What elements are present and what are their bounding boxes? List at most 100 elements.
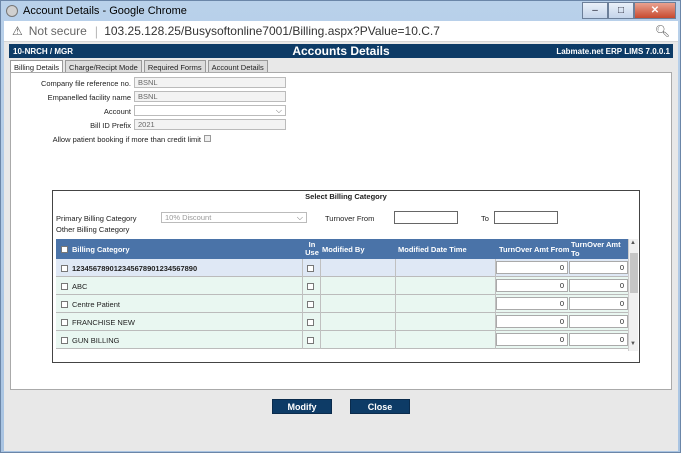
company-ref-label: Company file reference no. [40,79,131,88]
col-modified-by: Modified By [322,244,365,254]
cell-divider [302,277,303,295]
header-version: Labmate.net ERP LIMS 7.0.0.1 [556,46,670,56]
table-row[interactable]: GUN BILLING 0 0 [56,331,628,349]
zoom-icon[interactable]: 🔍︎ [655,24,670,38]
row-checkbox[interactable] [61,259,68,277]
row-amt-to[interactable]: 0 [569,333,628,346]
empanelled-label: Empanelled facility name [47,93,131,102]
cell-divider [320,295,321,313]
browser-window: Account Details - Google Chrome – □ ✕ ⚠ … [0,0,681,453]
cell-divider [320,331,321,349]
chevron-down-icon: ⌵ [296,213,303,222]
row-category: GUN BILLING [72,335,120,345]
close-button[interactable]: Close [350,399,410,414]
other-billing-label: Other Billing Category [56,225,130,234]
close-window-button[interactable]: ✕ [634,2,676,19]
maximize-button[interactable]: □ [608,2,634,19]
cell-divider [302,331,303,349]
grid-scrollbar[interactable]: ▲ ▼ [628,239,638,351]
company-ref-field[interactable]: BSNL [134,77,286,88]
account-select[interactable]: ⌵ [134,105,286,116]
table-row[interactable]: FRANCHISE NEW 0 0 [56,313,628,331]
modify-button[interactable]: Modify [272,399,332,414]
row-checkbox[interactable] [61,277,68,295]
row-in-use-checkbox[interactable] [307,313,314,331]
table-row[interactable]: Centre Patient 0 0 [56,295,628,313]
billing-category-panel: Select Billing Category Primary Billing … [52,190,640,363]
row-amt-to[interactable]: 0 [569,297,628,310]
primary-billing-value: 10% Discount [165,213,212,222]
col-billing-category: Billing Category [72,244,130,254]
cell-divider [320,313,321,331]
billing-details-panel: Company file reference no. BSNL Empanell… [10,72,672,390]
turnover-to-input[interactable] [494,211,558,224]
row-amt-to[interactable]: 0 [569,315,628,328]
turnover-from-label: Turnover From [325,214,375,223]
cell-divider [302,259,303,277]
row-category: 123456789012345678901234567890 [72,263,198,273]
app-header: 10-NRCH / MGR Accounts Details Labmate.n… [9,44,673,58]
billing-panel-title: Select Billing Category [305,192,387,201]
row-in-use-checkbox[interactable] [307,277,314,295]
row-amt-to[interactable]: 0 [569,261,628,274]
row-amt-from[interactable]: 0 [496,279,568,292]
cell-divider [395,295,396,313]
account-label: Account [103,107,131,116]
allow-booking-label: Allow patient booking if more than credi… [52,135,201,144]
row-amt-from[interactable]: 0 [496,333,568,346]
row-category: ABC [72,281,88,291]
bill-prefix-label: Bill ID Prefix [90,121,131,130]
primary-billing-select[interactable]: 10% Discount ⌵ [161,212,307,223]
empanelled-field[interactable]: BSNL [134,91,286,102]
row-amt-from[interactable]: 0 [496,315,568,328]
row-category: Centre Patient [72,299,120,309]
address-bar[interactable]: ⚠ Not secure | 103.25.128.25/Busysoftonl… [4,21,678,42]
grid-header: Billing Category In Use Modified By Modi… [56,239,628,259]
cell-divider [395,277,396,295]
primary-billing-label: Primary Billing Category [56,214,137,223]
url-text[interactable]: 103.25.128.25/Busysoftonline7001/Billing… [104,24,440,38]
page-area: 10-NRCH / MGR Accounts Details Labmate.n… [4,42,678,451]
row-category: FRANCHISE NEW [72,317,135,327]
col-modified-date: Modified Date Time [398,244,467,254]
address-separator: | [94,23,99,39]
title-bar: Account Details - Google Chrome – □ ✕ [1,1,680,21]
cell-divider [302,295,303,313]
turnover-to-label: To [481,214,489,223]
select-all-checkbox[interactable] [61,239,68,259]
row-amt-from[interactable]: 0 [496,297,568,310]
table-row[interactable]: 123456789012345678901234567890 0 0 [56,259,628,277]
row-amt-to[interactable]: 0 [569,279,628,292]
row-checkbox[interactable] [61,295,68,313]
row-checkbox[interactable] [61,331,68,349]
row-amt-from[interactable]: 0 [496,261,568,274]
minimize-button[interactable]: – [582,2,608,19]
col-amt-to: TurnOver Amt To [571,240,621,258]
window-title: Account Details - Google Chrome [23,5,187,17]
row-in-use-checkbox[interactable] [307,331,314,349]
cell-divider [395,313,396,331]
billing-category-grid: Billing Category In Use Modified By Modi… [56,239,638,351]
scroll-up-arrow-icon[interactable]: ▲ [630,240,636,246]
scroll-down-arrow-icon[interactable]: ▼ [630,341,636,347]
cell-divider [395,259,396,277]
cell-divider [302,313,303,331]
chevron-down-icon: ⌵ [275,106,282,115]
warning-icon[interactable]: ⚠ [12,24,23,38]
bill-prefix-field[interactable]: 2021 [134,119,286,130]
cell-divider [320,259,321,277]
col-in-use: In Use [305,240,319,257]
cell-divider [320,277,321,295]
allow-booking-checkbox[interactable] [204,135,211,142]
table-row[interactable]: ABC 0 0 [56,277,628,295]
row-in-use-checkbox[interactable] [307,259,314,277]
turnover-from-input[interactable] [394,211,458,224]
chrome-icon [6,5,18,17]
security-label[interactable]: Not secure [29,24,87,38]
row-in-use-checkbox[interactable] [307,295,314,313]
window-controls: – □ ✕ [582,2,676,19]
row-checkbox[interactable] [61,313,68,331]
scrollbar-thumb[interactable] [630,253,638,293]
cell-divider [395,331,396,349]
col-amt-from: TurnOver Amt From [499,244,570,254]
